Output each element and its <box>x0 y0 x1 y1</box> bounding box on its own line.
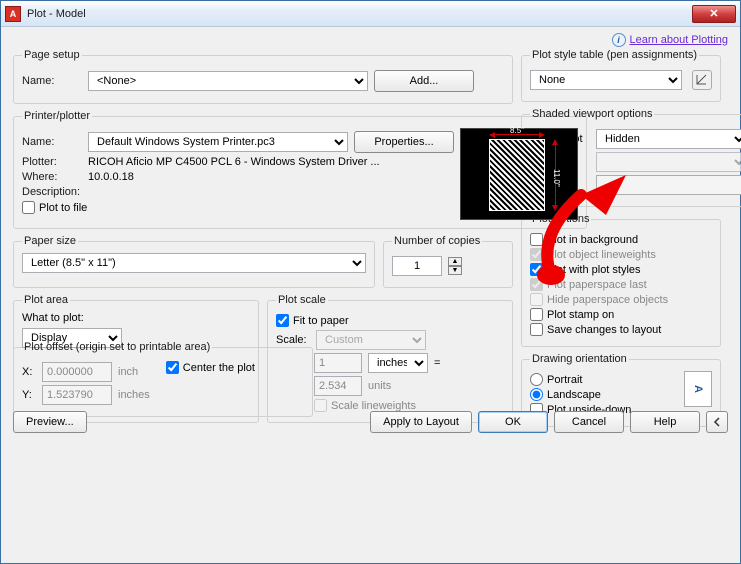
chevron-left-icon <box>712 417 722 427</box>
scale-select[interactable]: Custom <box>316 330 426 350</box>
page-setup-legend: Page setup <box>22 49 82 61</box>
plot-styles-checkbox[interactable] <box>530 263 543 276</box>
offset-x-units: inch <box>118 366 138 378</box>
what-to-plot-label: What to plot: <box>22 312 250 324</box>
scale-lineweights-label: Scale lineweights <box>331 400 416 412</box>
printer-group: Printer/plotter Name: Default Windows Sy… <box>13 110 587 229</box>
orientation-preview-icon: A <box>684 371 712 407</box>
portrait-radio[interactable] <box>530 373 543 386</box>
plotter-value: RICOH Aficio MP C4500 PCL 6 - Windows Sy… <box>88 156 380 168</box>
plot-lineweights-checkbox <box>530 248 543 261</box>
scale-unit2-label: units <box>368 380 391 392</box>
plot-options-group: Plot options Plot in background Plot obj… <box>521 213 721 347</box>
orientation-legend: Drawing orientation <box>530 353 629 365</box>
window-title: Plot - Model <box>27 8 86 20</box>
scale-label: Scale: <box>276 334 310 346</box>
dpi-input <box>596 175 741 195</box>
plot-style-group: Plot style table (pen assignments) None <box>521 49 721 102</box>
cancel-button[interactable]: Cancel <box>554 411 624 433</box>
printer-name-select[interactable]: Default Windows System Printer.pc3 <box>88 132 348 152</box>
paper-size-legend: Paper size <box>22 235 78 247</box>
plot-to-file-label: Plot to file <box>39 202 87 214</box>
scale-unit1-input[interactable] <box>314 353 362 373</box>
page-setup-name-select[interactable]: <None> <box>88 71 368 91</box>
plot-style-select[interactable]: None <box>530 70 682 90</box>
plot-background-checkbox[interactable] <box>530 233 543 246</box>
printer-legend: Printer/plotter <box>22 110 92 122</box>
plot-scale-group: Plot scale Fit to paper Scale: Custom <box>267 294 513 423</box>
copies-group: Number of copies ▲ ▼ <box>383 235 513 288</box>
plot-scale-legend: Plot scale <box>276 294 328 306</box>
hide-paperspace-checkbox <box>530 293 543 306</box>
fit-to-paper-label: Fit to paper <box>293 315 349 327</box>
titlebar[interactable]: A Plot - Model ✕ <box>1 1 740 27</box>
quality-select <box>596 152 741 172</box>
add-button[interactable]: Add... <box>374 70 474 92</box>
fit-to-paper-checkbox[interactable] <box>276 314 289 327</box>
properties-button[interactable]: Properties... <box>354 131 454 153</box>
paper-size-group: Paper size Letter (8.5" x 11") <box>13 235 375 288</box>
info-icon: i <box>612 33 626 47</box>
copies-down-spinner[interactable]: ▼ <box>448 266 462 275</box>
scale-unit1-select[interactable]: inches <box>368 353 428 373</box>
expand-button[interactable] <box>706 411 728 433</box>
page-setup-name-label: Name: <box>22 75 82 87</box>
equals-label: = <box>434 357 440 369</box>
page-setup-group: Page setup Name: <None> Add... <box>13 49 513 104</box>
plot-style-legend: Plot style table (pen assignments) <box>530 49 699 61</box>
app-icon: A <box>5 6 21 22</box>
plot-area-legend: Plot area <box>22 294 70 306</box>
offset-x-input[interactable] <box>42 362 112 382</box>
scale-unit2-input[interactable] <box>314 376 362 396</box>
center-plot-checkbox[interactable] <box>166 361 179 374</box>
copies-legend: Number of copies <box>392 235 482 247</box>
paper-size-select[interactable]: Letter (8.5" x 11") <box>22 253 366 273</box>
save-changes-checkbox[interactable] <box>530 323 543 336</box>
offset-y-input[interactable] <box>42 385 112 405</box>
plot-paperspace-checkbox <box>530 278 543 291</box>
close-button[interactable]: ✕ <box>692 5 736 23</box>
offset-x-label: X: <box>22 366 36 378</box>
paper-preview: 8.5" 11.0" <box>460 128 578 220</box>
plot-to-file-checkbox[interactable] <box>22 201 35 214</box>
where-value: 10.0.0.18 <box>88 171 134 183</box>
printer-name-label: Name: <box>22 136 82 148</box>
ok-button[interactable]: OK <box>478 411 548 433</box>
where-label: Where: <box>22 171 82 183</box>
plot-offset-legend: Plot offset (origin set to printable are… <box>22 341 212 353</box>
learn-about-plotting-link[interactable]: Learn about Plotting <box>630 34 728 46</box>
copies-up-spinner[interactable]: ▲ <box>448 257 462 266</box>
offset-y-label: Y: <box>22 389 36 401</box>
offset-y-units: inches <box>118 389 150 401</box>
apply-to-layout-button[interactable]: Apply to Layout <box>370 411 472 433</box>
shaded-legend: Shaded viewport options <box>530 108 654 120</box>
plot-stamp-checkbox[interactable] <box>530 308 543 321</box>
description-label: Description: <box>22 186 82 198</box>
copies-input[interactable] <box>392 256 442 276</box>
plot-dialog: A Plot - Model ✕ i Learn about Plotting … <box>0 0 741 564</box>
shade-plot-select[interactable]: Hidden <box>596 129 741 149</box>
center-plot-label: Center the plot <box>183 362 255 374</box>
preview-button[interactable]: Preview... <box>13 411 87 433</box>
plotter-label: Plotter: <box>22 156 82 168</box>
help-button[interactable]: Help <box>630 411 700 433</box>
landscape-radio[interactable] <box>530 388 543 401</box>
plot-style-edit-icon[interactable] <box>692 70 712 90</box>
